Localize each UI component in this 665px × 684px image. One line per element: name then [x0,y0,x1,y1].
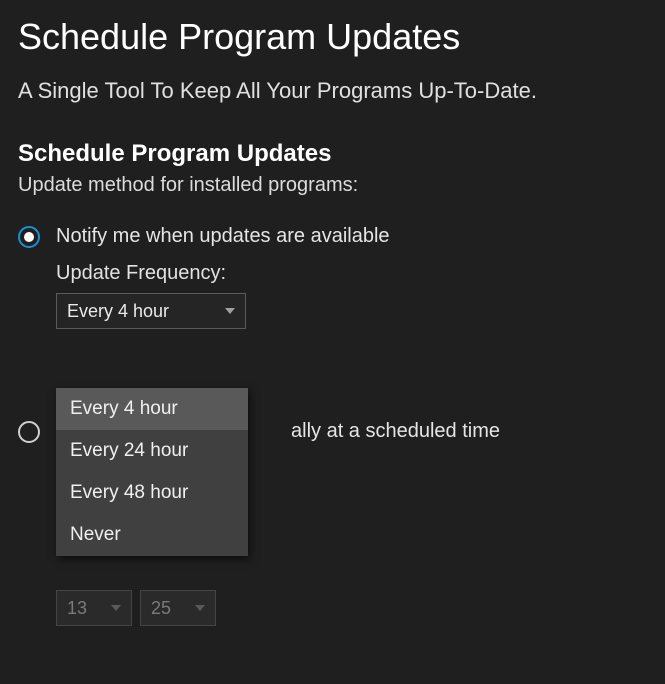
frequency-selected-value: Every 4 hour [67,301,169,322]
radio-notify-label: Notify me when updates are available [56,225,390,248]
frequency-dropdown[interactable]: Every 4 hour Every 24 hour Every 48 hour… [56,388,248,556]
minute-value: 25 [151,598,171,619]
radio-scheduled-label-partial: ally at a scheduled time [291,420,500,443]
radio-scheduled[interactable] [18,421,40,443]
chevron-down-icon [225,308,235,314]
section-instruction: Update method for installed programs: [18,174,647,197]
radio-notify[interactable] [18,226,40,248]
minute-select[interactable]: 25 [140,590,216,626]
section-title: Schedule Program Updates [18,140,647,168]
page-subtitle: A Single Tool To Keep All Your Programs … [18,78,647,104]
radio-notify-row[interactable]: Notify me when updates are available [18,225,647,248]
frequency-label: Update Frequency: [56,262,647,285]
hour-value: 13 [67,598,87,619]
page-title: Schedule Program Updates [18,16,647,58]
chevron-down-icon [111,605,121,611]
chevron-down-icon [195,605,205,611]
dropdown-item-never[interactable]: Never [56,514,248,556]
dropdown-item-24h[interactable]: Every 24 hour [56,430,248,472]
frequency-select[interactable]: Every 4 hour [56,293,246,329]
dropdown-item-4h[interactable]: Every 4 hour [56,388,248,430]
dropdown-item-48h[interactable]: Every 48 hour [56,472,248,514]
hour-select[interactable]: 13 [56,590,132,626]
